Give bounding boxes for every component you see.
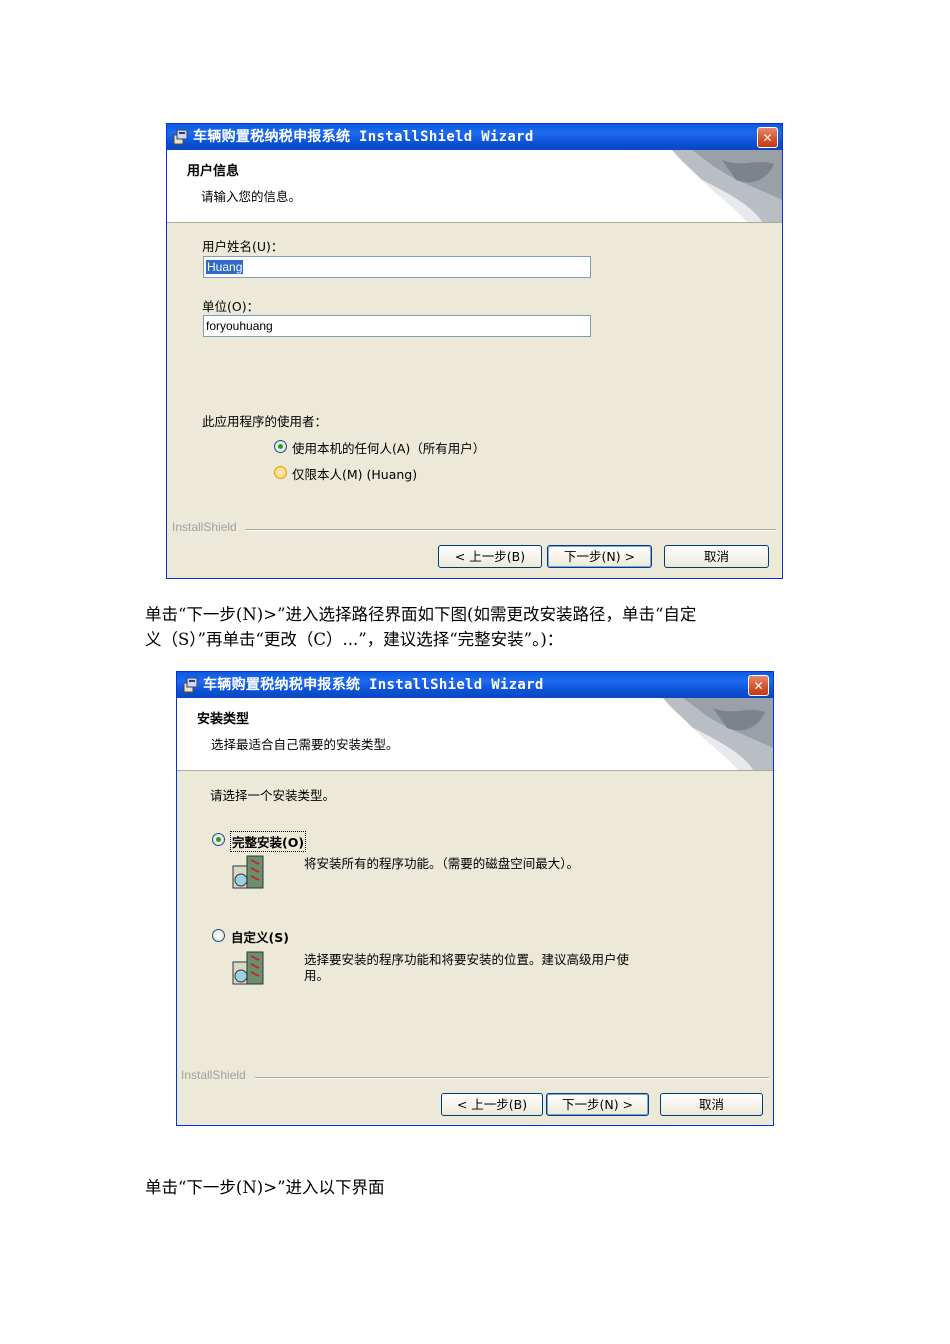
package-icon — [232, 855, 264, 889]
radio-only-me[interactable] — [274, 466, 287, 479]
window-title: 车辆购置税纳税申报系统 InstallShield Wizard — [203, 677, 544, 693]
page-title: 用户信息 — [187, 164, 240, 179]
installer-icon — [183, 677, 198, 693]
radio-only-me-label[interactable]: 仅限本人(M) (Huang) — [292, 464, 417, 483]
username-field[interactable]: Huang — [203, 256, 591, 278]
instruction-line-3: 单击“下一步(N)>”进入以下界面 — [145, 1178, 385, 1197]
radio-all-users-label[interactable]: 使用本机的任何人(A)（所有用户） — [292, 438, 485, 457]
header-panel: 安装类型 选择最适合自己需要的安装类型。 — [177, 698, 773, 771]
back-button[interactable]: < 上一步(B) — [438, 545, 542, 568]
page-curl-art — [663, 698, 773, 770]
username-label: 用户姓名(U)： — [202, 239, 284, 254]
back-button[interactable]: < 上一步(B) — [441, 1093, 543, 1116]
radio-complete-label[interactable]: 完整安装(O) — [230, 831, 307, 852]
next-button[interactable]: 下一步(N) > — [546, 1093, 649, 1116]
user-info-dialog: 车辆购置税纳税申报系统 InstallShield Wizard ✕ 用户信息 … — [166, 123, 783, 579]
package-icon — [232, 951, 264, 985]
close-icon[interactable]: ✕ — [757, 127, 778, 148]
window-title: 车辆购置税纳税申报系统 InstallShield Wizard — [193, 129, 534, 145]
cancel-button[interactable]: 取消 — [660, 1093, 763, 1116]
radio-complete[interactable] — [212, 833, 225, 846]
page-subtitle: 选择最适合自己需要的安装类型。 — [211, 737, 399, 752]
radio-custom-label[interactable]: 自定义(S) — [231, 927, 289, 946]
instruction-line-1: 单击“下一步(N)>”进入选择路径界面如下图(如需更改安装路径，单击“自定 — [145, 605, 697, 624]
radio-custom[interactable] — [212, 929, 225, 942]
setup-type-prompt: 请选择一个安装类型。 — [210, 788, 336, 803]
header-panel: 用户信息 请输入您的信息。 — [167, 150, 782, 223]
complete-description: 将安装所有的程序功能。（需要的磁盘空间最大）。 — [304, 856, 580, 871]
org-label: 单位(O)： — [202, 299, 260, 314]
org-value: foryouhuang — [206, 319, 273, 333]
instruction-line-2: 义（S）”再单击“更改（C）...”，建议选择“完整安装”。)： — [145, 630, 564, 649]
setup-type-dialog: 车辆购置税纳税申报系统 InstallShield Wizard ✕ 安装类型 … — [176, 671, 774, 1126]
users-label: 此应用程序的使用者： — [202, 414, 328, 429]
separator — [255, 1077, 769, 1079]
page-curl-art — [672, 150, 782, 222]
installer-icon — [173, 129, 188, 145]
custom-description-line-2: 用。 — [304, 968, 330, 983]
next-button[interactable]: 下一步(N) > — [547, 545, 652, 568]
custom-description-line-1: 选择要安装的程序功能和将要安装的位置。建议高级用户使 — [304, 952, 630, 967]
installshield-brand: InstallShield — [181, 1068, 246, 1082]
radio-all-users[interactable] — [274, 440, 287, 453]
title-bar[interactable]: 车辆购置税纳税申报系统 InstallShield Wizard ✕ — [177, 672, 773, 698]
close-icon[interactable]: ✕ — [748, 675, 769, 696]
page-title: 安装类型 — [197, 712, 250, 727]
username-value: Huang — [206, 260, 244, 274]
installshield-brand: InstallShield — [172, 520, 237, 534]
cancel-button[interactable]: 取消 — [664, 545, 769, 568]
page-subtitle: 请输入您的信息。 — [201, 189, 302, 204]
separator — [245, 529, 776, 531]
title-bar[interactable]: 车辆购置税纳税申报系统 InstallShield Wizard ✕ — [167, 124, 782, 150]
org-field[interactable]: foryouhuang — [203, 315, 591, 337]
